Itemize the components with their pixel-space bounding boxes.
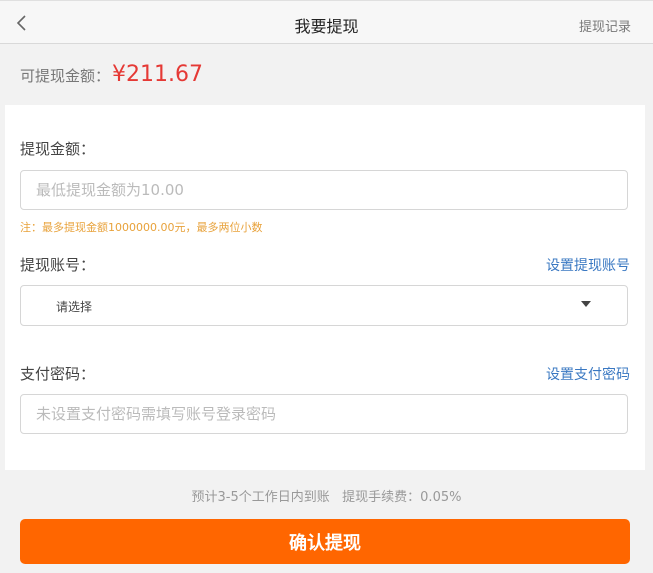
caret-down-icon [581, 301, 591, 307]
withdraw-form: 提现金额： 注：最多提现金额1000000.00元，最多两位小数 提现账号： 设… [5, 105, 645, 470]
arrival-fee-tip: 预计3-5个工作日内到账 提现手续费：0.05% [191, 490, 462, 505]
password-input[interactable] [20, 394, 628, 434]
page-title: 我要提现 [294, 17, 359, 36]
amount-note: 注：最多提现金额1000000.00元，最多两位小数 [20, 221, 263, 234]
set-account-link[interactable]: 设置提现账号 [546, 255, 630, 275]
account-label: 提现账号： [20, 256, 96, 274]
balance-label: 可提现金额： [20, 67, 111, 85]
account-select-value: 请选择 [56, 300, 93, 314]
amount-input[interactable] [20, 170, 628, 210]
password-label: 支付密码： [20, 365, 96, 383]
available-balance: 可提现金额：¥211.67 [20, 62, 203, 87]
withdraw-records-link[interactable]: 提现记录 [579, 16, 631, 35]
top-bar: 我要提现 提现记录 [0, 0, 653, 44]
balance-amount: ¥211.67 [112, 62, 203, 87]
set-password-link[interactable]: 设置支付密码 [546, 364, 630, 384]
amount-label: 提现金额： [20, 140, 96, 158]
confirm-withdraw-button[interactable]: 确认提现 [20, 519, 630, 564]
account-select[interactable]: 请选择 [20, 285, 628, 326]
